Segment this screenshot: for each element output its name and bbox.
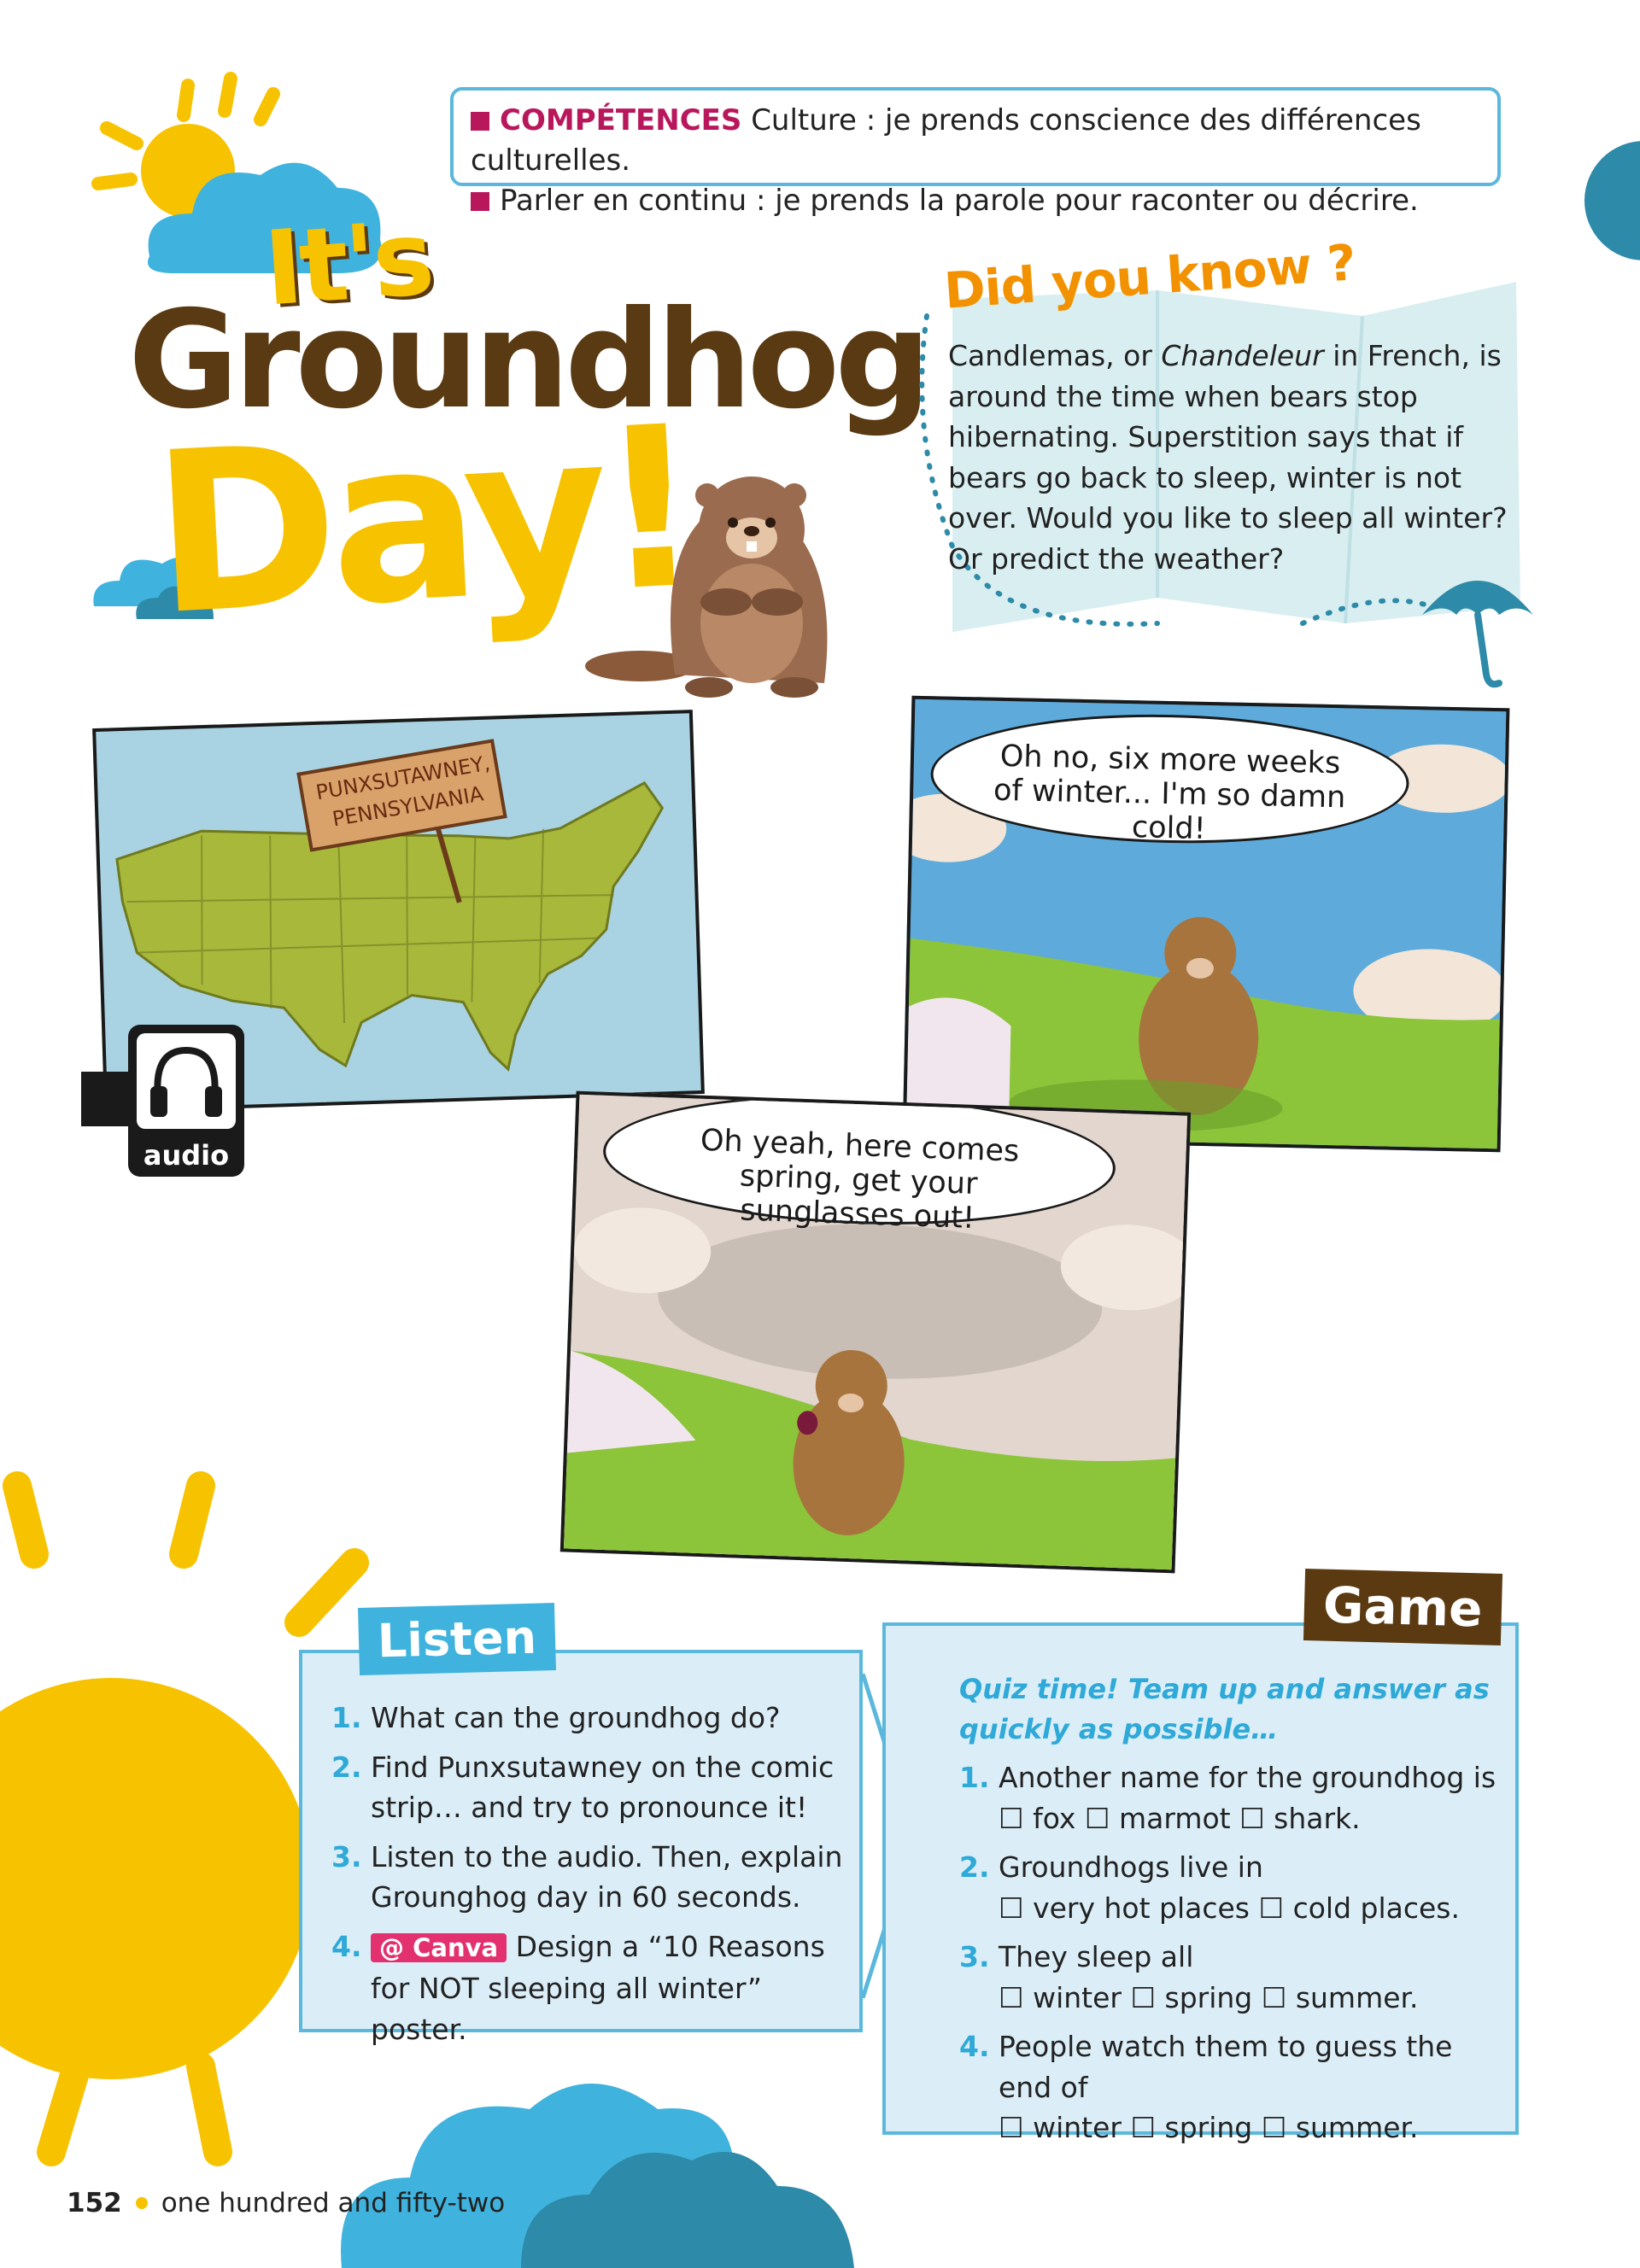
quiz-item: 4. People watch them to guess the end of ☐… (959, 2026, 1514, 2148)
quiz-question: People watch them to guess the end of (999, 2030, 1453, 2104)
groundhog-illustration (585, 476, 828, 698)
game-list: 1. Another name for the groundhog is ☐ fox… (959, 1757, 1514, 2157)
quiz-question: Groundhogs live in (999, 1850, 1263, 1884)
quiz-item: 2. Groundhogs live in ☐ very hot places ☐ … (959, 1847, 1514, 1928)
competences-label: COMPÉTENCES (500, 103, 742, 137)
item-text: Listen to the audio. Then, explain Groun… (371, 1839, 843, 1914)
item-text: Find Punxsutawney on the comic strip… an… (371, 1750, 835, 1825)
item-number: 2. (331, 1750, 362, 1784)
page-footer: 152 one hundred and fifty-two (67, 2188, 505, 2218)
did-you-know-text: Candlemas, or Chandeleur in French, is a… (948, 336, 1512, 579)
bullet-square-icon (471, 192, 489, 211)
item-number: 1. (331, 1701, 362, 1734)
item-number: 4. (331, 1929, 362, 1963)
quiz-options[interactable]: ☐ winter ☐ spring ☐ summer. (999, 1978, 1514, 2019)
list-item: 4. @ Canva Design a “10 Reasons for NOT s… (331, 1926, 852, 2050)
item-number: 3. (331, 1839, 362, 1873)
item-text: What can the groundhog do? (371, 1701, 781, 1734)
list-item: 2. Find Punxsutawney on the comic strip… … (331, 1747, 852, 1828)
competences-line-2: Parler en continu : je prends la parole … (471, 181, 1480, 221)
item-number: 2. (959, 1850, 990, 1884)
page-number-words: one hundred and fifty-two (161, 2188, 506, 2218)
competences-box: COMPÉTENCES Culture : je prends conscien… (450, 87, 1501, 218)
item-number: 4. (959, 2030, 990, 2063)
competences-line-1: COMPÉTENCES Culture : je prends conscien… (471, 101, 1480, 181)
listen-list: 1. What can the groundhog do? 2. Find Punx… (331, 1698, 852, 2058)
competences-speaking: Parler en continu : je prends la parole … (500, 184, 1419, 218)
canva-link[interactable]: @ Canva (371, 1932, 507, 1962)
game-intro: Quiz time! Team up and answer as quickly… (959, 1673, 1490, 1745)
quiz-question: They sleep all (999, 1940, 1194, 1973)
audio-label: audio (143, 1139, 230, 1172)
quiz-item: 3. They sleep all ☐ winter ☐ spring ☐ summ… (959, 1937, 1514, 2018)
list-item: 3. Listen to the audio. Then, explain Gro… (331, 1837, 852, 1918)
bullet-dot-icon (135, 2197, 148, 2209)
umbrella-icon (1422, 581, 1533, 688)
page-number: 152 (67, 2188, 122, 2218)
item-number: 3. (959, 1940, 990, 1973)
audio-button[interactable]: audio (128, 1025, 244, 1177)
game-heading: Game (1303, 1568, 1502, 1646)
quiz-options[interactable]: ☐ very hot places ☐ cold places. (999, 1888, 1514, 1929)
chandeleur-word: Chandeleur (1161, 339, 1324, 372)
list-item: 1. What can the groundhog do? (331, 1698, 852, 1739)
item-number: 1. (959, 1761, 990, 1794)
comic-panel-winter: Oh no, six more weeks of winter... I'm s… (902, 695, 1510, 1153)
headphones-icon (150, 1046, 222, 1117)
bullet-square-icon (471, 112, 489, 131)
quiz-options[interactable]: ☐ winter ☐ spring ☐ summer. (999, 2107, 1514, 2148)
quiz-options[interactable]: ☐ fox ☐ marmot ☐ shark. (999, 1798, 1514, 1839)
comic-panel-spring: Oh yeah, here comes spring, get your sun… (559, 1090, 1192, 1574)
decorative-circle (1584, 141, 1640, 260)
quiz-question: Another name for the groundhog is (999, 1761, 1496, 1794)
listen-heading: Listen (358, 1603, 556, 1675)
did-you-know-text-part: in French, is around the time when bears… (948, 339, 1508, 576)
audio-icon-frame (137, 1033, 236, 1129)
did-you-know-text-part: Candlemas, or (948, 339, 1162, 372)
quiz-item: 1. Another name for the groundhog is ☐ fox… (959, 1757, 1514, 1838)
